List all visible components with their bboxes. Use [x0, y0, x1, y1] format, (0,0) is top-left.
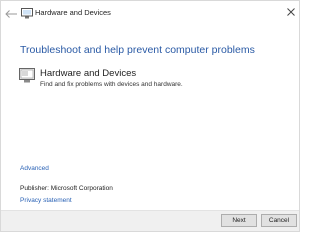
- title-bar: Hardware and Devices: [1, 1, 301, 23]
- advanced-link[interactable]: Advanced: [20, 165, 49, 172]
- back-arrow-icon[interactable]: [4, 9, 18, 19]
- troubleshoot-icon: [21, 8, 33, 19]
- close-icon[interactable]: [285, 6, 297, 18]
- item-description: Find and fix problems with devices and h…: [40, 81, 183, 88]
- next-button[interactable]: Next: [221, 214, 257, 227]
- hardware-devices-icon: [19, 68, 35, 83]
- publisher-value: Microsoft Corporation: [50, 185, 113, 192]
- footer-bar: Next Cancel: [1, 210, 299, 231]
- item-title: Hardware and Devices: [40, 68, 137, 79]
- publisher-label: Publisher:: [20, 185, 49, 192]
- page-heading: Troubleshoot and help prevent computer p…: [20, 44, 255, 56]
- troubleshooter-window: Hardware and Devices Troubleshoot and he…: [0, 0, 300, 232]
- privacy-statement-link[interactable]: Privacy statement: [20, 197, 72, 204]
- publisher-line: Publisher: Microsoft Corporation: [20, 185, 113, 192]
- window-title: Hardware and Devices: [35, 8, 111, 17]
- cancel-button[interactable]: Cancel: [261, 214, 297, 227]
